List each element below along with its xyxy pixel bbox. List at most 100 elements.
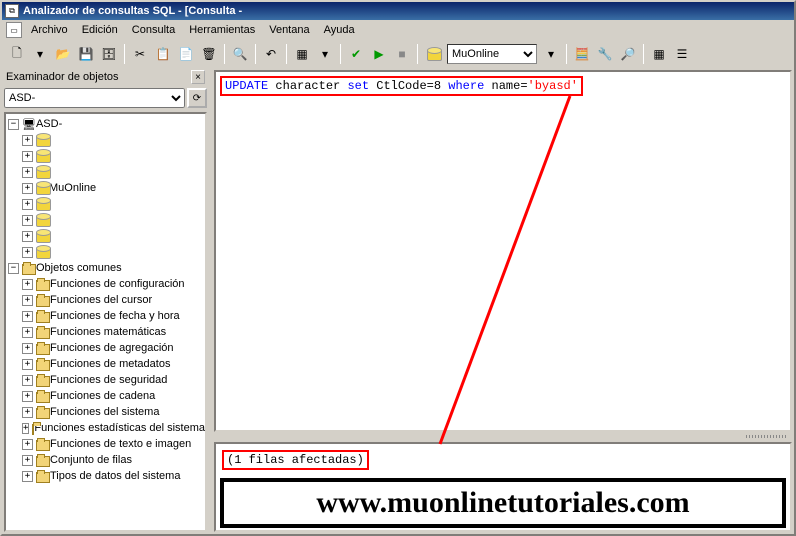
copy-button[interactable]: 📋: [152, 43, 174, 65]
tree-label: Funciones del sistema: [50, 406, 159, 418]
dropdown-icon[interactable]: ▾: [314, 43, 336, 65]
run-button[interactable]: ▶: [368, 43, 390, 65]
results-text-button[interactable]: ☰: [671, 43, 693, 65]
separator: [255, 44, 256, 64]
expand-icon[interactable]: +: [22, 199, 33, 210]
expand-icon[interactable]: +: [22, 391, 33, 402]
tree-folder-item[interactable]: + Funciones del sistema: [8, 404, 203, 420]
menu-bar: ▭ Archivo Edición Consulta Herramientas …: [0, 20, 796, 40]
separator: [224, 44, 225, 64]
expand-icon[interactable]: +: [22, 231, 33, 242]
clear-button[interactable]: 🗑: [198, 43, 220, 65]
expand-icon[interactable]: +: [22, 295, 33, 306]
tree-folder-item[interactable]: +Funciones estadísticas del sistema: [8, 420, 203, 436]
tree-folder-item[interactable]: +Funciones matemáticas: [8, 324, 203, 340]
new-button[interactable]: 🗋: [6, 43, 28, 65]
cut-button[interactable]: ✂: [129, 43, 151, 65]
tree-db-item[interactable]: +: [8, 132, 203, 148]
expand-icon[interactable]: +: [22, 375, 33, 386]
expand-icon[interactable]: +: [22, 183, 33, 194]
expand-icon[interactable]: +: [22, 359, 33, 370]
result-text: (1 filas afectadas): [227, 453, 364, 467]
menu-archivo[interactable]: Archivo: [24, 22, 75, 38]
expand-icon[interactable]: +: [22, 215, 33, 226]
sql-token: name: [492, 79, 521, 93]
estimated-plan-button[interactable]: 🧮: [571, 43, 593, 65]
pane-title-label: Examinador de objetos: [6, 71, 119, 83]
tree-folder-item[interactable]: +Funciones de fecha y hora: [8, 308, 203, 324]
tree-label: Tipos de datos del sistema: [50, 470, 180, 482]
tree-db-item[interactable]: +: [8, 196, 203, 212]
expand-icon[interactable]: +: [22, 327, 33, 338]
db-icon: [422, 43, 444, 65]
sql-editor[interactable]: UPDATE character set CtlCode=8 where nam…: [214, 70, 792, 432]
tree-common-root[interactable]: − Objetos comunes: [8, 260, 203, 276]
tree-folder-item[interactable]: + Conjunto de filas: [8, 452, 203, 468]
expand-icon[interactable]: +: [22, 471, 33, 482]
paste-button[interactable]: 📄: [175, 43, 197, 65]
tree-label: Conjunto de filas: [50, 454, 132, 466]
horizontal-splitter[interactable]: [212, 434, 794, 440]
system-menu-icon[interactable]: ▭: [6, 22, 22, 38]
tree-db-item[interactable]: +: [8, 228, 203, 244]
expand-icon[interactable]: +: [22, 423, 29, 434]
tree-server-root[interactable]: − 🖥 ASD-: [8, 116, 203, 132]
expand-icon[interactable]: +: [22, 167, 33, 178]
tree-folder-item[interactable]: + Tipos de datos del sistema: [8, 468, 203, 484]
sql-string: 'byasd': [528, 79, 578, 93]
query-pane: UPDATE character set CtlCode=8 where nam…: [212, 68, 794, 534]
menu-edicion[interactable]: Edición: [75, 22, 125, 38]
expand-icon[interactable]: +: [22, 455, 33, 466]
expand-icon[interactable]: +: [22, 247, 33, 258]
expand-icon[interactable]: +: [22, 135, 33, 146]
expand-icon[interactable]: +: [22, 343, 33, 354]
save-all-button[interactable]: 🗄: [98, 43, 120, 65]
tree-label: Funciones de cadena: [50, 390, 155, 402]
tree-db-item[interactable]: +: [8, 212, 203, 228]
menu-ventana[interactable]: Ventana: [262, 22, 316, 38]
stop-button[interactable]: ■: [391, 43, 413, 65]
expand-icon[interactable]: +: [22, 311, 33, 322]
undo-button[interactable]: ↶: [260, 43, 282, 65]
tree-db-item[interactable]: +: [8, 244, 203, 260]
database-icon: [36, 213, 49, 227]
tree-folder-item[interactable]: +Funciones de configuración: [8, 276, 203, 292]
database-select[interactable]: MuOnline: [447, 44, 537, 64]
menu-ayuda[interactable]: Ayuda: [317, 22, 362, 38]
expand-icon[interactable]: +: [22, 407, 33, 418]
history-button[interactable]: ▾: [29, 43, 51, 65]
object-browser-button[interactable]: 🔧: [594, 43, 616, 65]
menu-herramientas[interactable]: Herramientas: [182, 22, 262, 38]
find-button[interactable]: 🔍: [229, 43, 251, 65]
tree-folder-item[interactable]: +Funciones de metadatos: [8, 356, 203, 372]
open-button[interactable]: 📂: [52, 43, 74, 65]
sql-keyword: set: [347, 79, 369, 93]
tree-folder-item[interactable]: +Funciones de agregación: [8, 340, 203, 356]
server-select[interactable]: ASD-: [4, 88, 185, 108]
parse-button[interactable]: ✔: [345, 43, 367, 65]
collapse-icon[interactable]: −: [8, 263, 19, 274]
menu-consulta[interactable]: Consulta: [125, 22, 182, 38]
expand-icon[interactable]: +: [22, 439, 33, 450]
object-browser-pane: Examinador de objetos × ASD- ⟳ − 🖥 ASD- …: [2, 68, 212, 534]
object-search-button[interactable]: 🔎: [617, 43, 639, 65]
dropdown-icon[interactable]: ▾: [540, 43, 562, 65]
tree-db-item[interactable]: +: [8, 164, 203, 180]
refresh-button[interactable]: ⟳: [187, 88, 207, 108]
tree-db-item[interactable]: +: [8, 148, 203, 164]
object-tree[interactable]: − 🖥 ASD- + + + +MuOnline + + + + − Objet…: [4, 112, 207, 532]
close-pane-button[interactable]: ×: [191, 70, 205, 84]
watermark: www.muonlinetutoriales.com: [220, 478, 786, 528]
expand-icon[interactable]: +: [22, 279, 33, 290]
execute-mode-button[interactable]: ▦: [291, 43, 313, 65]
sql-keyword: UPDATE: [225, 79, 268, 93]
tree-folder-item[interactable]: +Funciones de texto e imagen: [8, 436, 203, 452]
tree-folder-item[interactable]: + Funciones de cadena: [8, 388, 203, 404]
save-button[interactable]: 💾: [75, 43, 97, 65]
tree-folder-item[interactable]: +Funciones del cursor: [8, 292, 203, 308]
tree-db-muonline[interactable]: +MuOnline: [8, 180, 203, 196]
expand-icon[interactable]: +: [22, 151, 33, 162]
collapse-icon[interactable]: −: [8, 119, 19, 130]
tree-folder-item[interactable]: +Funciones de seguridad: [8, 372, 203, 388]
results-grid-button[interactable]: ▦: [648, 43, 670, 65]
